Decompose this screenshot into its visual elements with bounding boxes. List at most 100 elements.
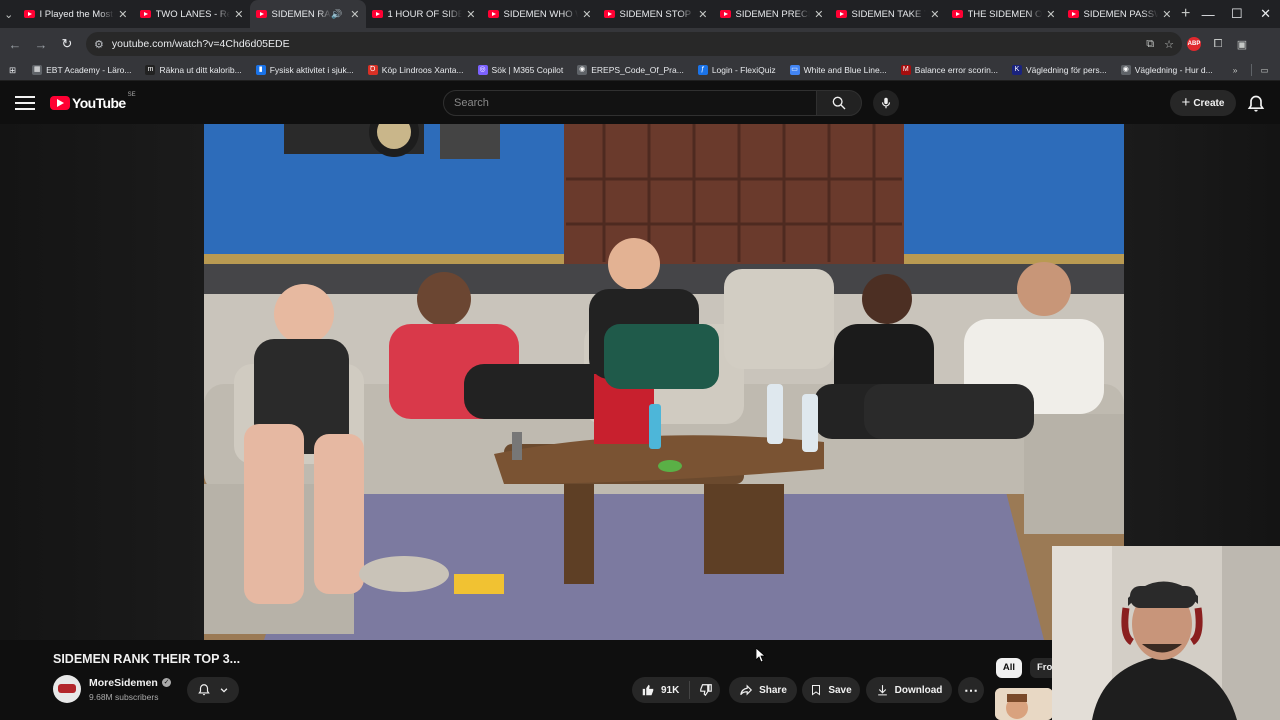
bookmark-star-icon[interactable]: ☆ <box>1164 38 1174 51</box>
bookmark-item[interactable]: ◉ Vägledning - Hur d... <box>1120 65 1213 75</box>
close-tab-icon[interactable]: ✕ <box>1162 8 1171 21</box>
bookmark-favicon-icon: ▦ <box>32 65 43 75</box>
search-icon <box>832 96 846 110</box>
address-bar[interactable]: ⚙ youtube.com/watch?v=4Chd6d05EDE ⧉ ☆ <box>86 32 1182 56</box>
close-tab-icon[interactable]: ✕ <box>1046 8 1055 21</box>
browser-tab[interactable]: I Played the Most ✕ <box>18 0 134 28</box>
bookmark-label: EREPS_Code_Of_Pra... <box>591 65 684 75</box>
country-code: SE <box>127 92 136 98</box>
close-tab-icon[interactable]: ✕ <box>466 8 475 21</box>
bookmarks-overflow-icon[interactable]: » <box>1233 65 1238 75</box>
download-button[interactable]: Download <box>866 677 952 703</box>
close-tab-icon[interactable]: ✕ <box>350 8 359 21</box>
browser-tab[interactable]: 1 HOUR OF SIDE ✕ <box>366 0 482 28</box>
video-player[interactable] <box>204 124 1124 640</box>
install-app-icon[interactable]: ⧉ <box>1146 38 1154 51</box>
bookmark-item[interactable]: ▮ Fysisk aktivitet i sjuk... <box>255 65 354 75</box>
apps-grid-icon[interactable]: ⊞ <box>9 65 16 76</box>
profile-menu-icon[interactable]: ▣ <box>1230 38 1254 51</box>
subscriber-count: 9.68M subscribers <box>89 692 159 702</box>
channel-name[interactable]: MoreSidemen <box>89 677 158 689</box>
bookmark-item[interactable]: m Räkna ut ditt kalorib... <box>145 65 242 75</box>
close-window-icon[interactable]: ✕ <box>1251 6 1280 22</box>
bookmark-item[interactable]: ƒ Login - FlexiQuiz <box>697 65 776 75</box>
tab-title: TWO LANES - Re <box>155 8 231 20</box>
close-tab-icon[interactable]: ✕ <box>698 8 707 21</box>
close-tab-icon[interactable]: ✕ <box>234 8 243 21</box>
back-icon[interactable]: ← <box>2 37 28 52</box>
browser-tab[interactable]: SIDEMEN STOP M ✕ <box>598 0 714 28</box>
bookmark-item[interactable]: M Balance error scorin... <box>900 65 998 75</box>
bookmark-favicon-icon: ƒ <box>697 65 708 75</box>
forward-icon[interactable]: → <box>28 37 54 52</box>
bookmark-item[interactable]: ◎ Sök | M365 Copilot <box>477 65 563 75</box>
youtube-wordmark: YouTube <box>72 95 126 111</box>
share-button[interactable]: Share <box>729 677 797 703</box>
bookmark-favicon-icon: ◎ <box>477 65 488 75</box>
youtube-logo[interactable]: YouTube SE <box>50 92 136 111</box>
browser-tab[interactable]: SIDEMEN RA 🔊 ✕ <box>249 0 366 28</box>
new-tab-button[interactable]: + <box>1178 5 1194 23</box>
adblock-extension-icon[interactable]: ABP <box>1187 37 1201 51</box>
save-bookmark-icon <box>812 685 821 696</box>
voice-search-button[interactable] <box>873 90 899 116</box>
guide-menu-icon[interactable] <box>15 93 35 113</box>
tab-title: SIDEMEN TAKE TH <box>851 8 927 20</box>
bookmark-favicon-icon: K <box>1011 65 1022 75</box>
extensions-icon[interactable]: ⧠ <box>1206 38 1230 51</box>
search-button[interactable] <box>816 90 862 116</box>
recommended-video-thumbnail[interactable] <box>995 688 1053 720</box>
maximize-icon[interactable]: ☐ <box>1223 6 1252 22</box>
bookmark-favicon-icon: Ꝺ <box>367 65 378 75</box>
browser-tab[interactable]: SIDEMEN PRECIS ✕ <box>714 0 830 28</box>
browser-tab[interactable]: SIDEMEN TAKE TH✕ <box>830 0 946 28</box>
tab-search-chevron-icon[interactable]: ⌄ <box>0 0 18 28</box>
verified-badge-icon: ✓ <box>162 678 171 687</box>
browser-tab[interactable]: THE SIDEMEN OL ✕ <box>946 0 1062 28</box>
create-label: Create <box>1193 98 1225 109</box>
youtube-favicon-icon <box>603 10 615 18</box>
left-background <box>0 124 204 640</box>
youtube-play-icon <box>50 96 70 110</box>
subscription-bell-button[interactable] <box>187 677 239 703</box>
all-bookmarks-folder-icon[interactable]: ▭ <box>1260 65 1268 76</box>
video-frame <box>204 124 1124 640</box>
site-info-icon[interactable]: ⚙ <box>94 38 104 51</box>
reload-icon[interactable]: ↻ <box>54 36 80 52</box>
tab-audio-icon[interactable]: 🔊 <box>331 9 342 20</box>
tab-title: SIDEMEN PASSW <box>1083 8 1159 20</box>
save-button[interactable]: Save <box>802 677 860 703</box>
channel-avatar[interactable] <box>53 675 81 703</box>
like-button[interactable]: 91K <box>632 681 691 699</box>
youtube-favicon-icon <box>255 10 267 18</box>
close-tab-icon[interactable]: ✕ <box>118 8 127 21</box>
close-tab-icon[interactable]: ✕ <box>814 8 823 21</box>
bookmark-favicon-icon: ◉ <box>577 65 588 75</box>
browser-tab[interactable]: SIDEMEN PASSW ✕ <box>1062 0 1178 28</box>
dislike-button[interactable] <box>690 683 713 697</box>
chip-all[interactable]: All <box>996 658 1022 678</box>
notifications-bell-icon[interactable] <box>1246 94 1266 114</box>
bookmark-item[interactable]: ▦ EBT Academy - Läro... <box>32 65 131 75</box>
bookmark-item[interactable]: ◉ EREPS_Code_Of_Pra... <box>577 65 684 75</box>
search-input[interactable]: Search <box>443 90 817 116</box>
bookmark-item[interactable]: ▭ White and Blue Line... <box>789 65 887 75</box>
thumbs-down-icon <box>700 684 713 697</box>
youtube-favicon-icon <box>487 10 499 18</box>
bookmark-item[interactable]: K Vägledning för pers... <box>1011 65 1107 75</box>
tab-title: 1 HOUR OF SIDE <box>387 8 463 20</box>
more-actions-icon[interactable]: ⋯ <box>958 677 984 703</box>
close-tab-icon[interactable]: ✕ <box>582 8 591 21</box>
browser-tab[interactable]: TWO LANES - Re ✕ <box>134 0 250 28</box>
mouse-cursor-icon <box>756 648 766 663</box>
url-text[interactable]: youtube.com/watch?v=4Chd6d05EDE <box>112 38 1136 50</box>
tab-title: SIDEMEN RA <box>271 8 331 20</box>
minimize-icon[interactable]: — <box>1194 7 1223 22</box>
youtube-favicon-icon <box>139 10 151 18</box>
create-button[interactable]: + Create <box>1170 90 1236 116</box>
bookmarks-bar: ⊞ ▦ EBT Academy - Läro... m Räkna ut ditt k… <box>0 60 1280 81</box>
bookmark-item[interactable]: Ꝺ Köp Lindroos Xanta... <box>367 65 464 75</box>
browser-tab[interactable]: SIDEMEN WHO W ✕ <box>482 0 598 28</box>
close-tab-icon[interactable]: ✕ <box>930 8 939 21</box>
save-label: Save <box>828 684 852 696</box>
